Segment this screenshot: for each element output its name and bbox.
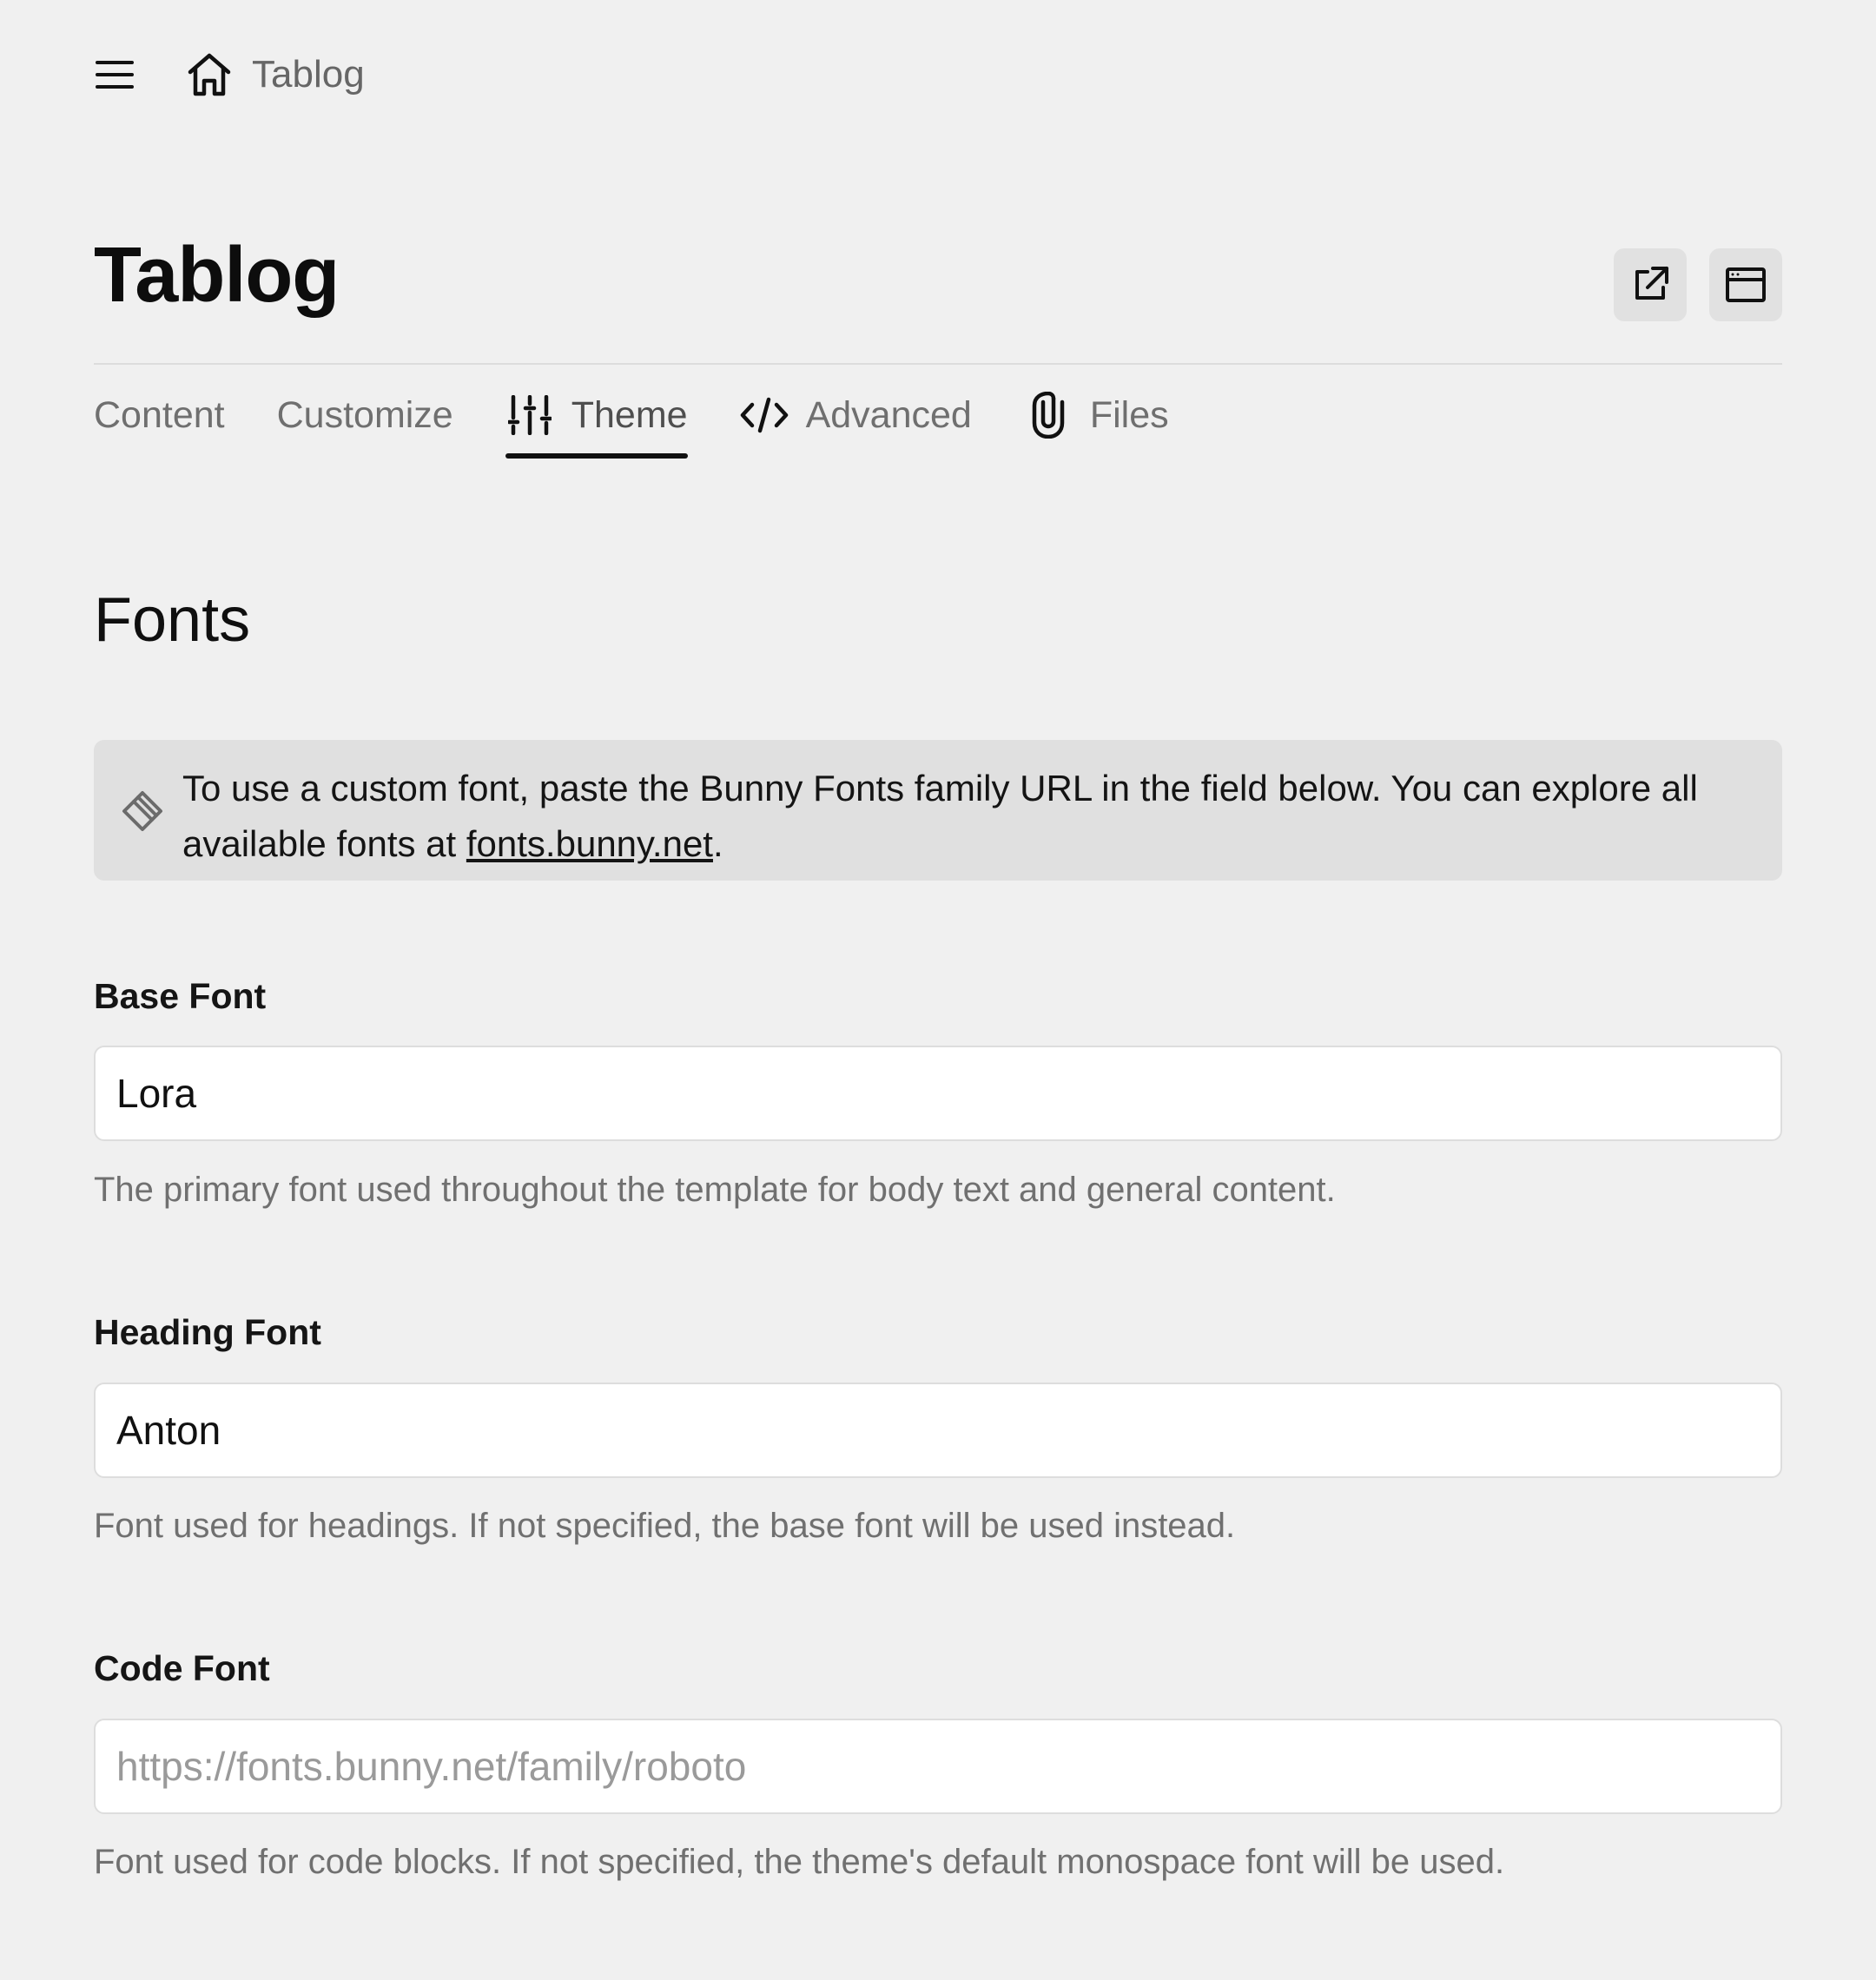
open-external-button[interactable]	[1614, 248, 1687, 321]
code-icon	[740, 391, 789, 439]
page-title: Tablog	[94, 232, 340, 319]
notice-text: To use a custom font, paste the Bunny Fo…	[182, 761, 1756, 872]
header-divider	[94, 363, 1782, 365]
browser-window-icon	[1726, 267, 1766, 302]
paperclip-icon	[1024, 391, 1073, 439]
title-actions	[1614, 248, 1782, 321]
heading-font-label: Heading Font	[94, 1312, 321, 1352]
base-font-help: The primary font used throughout the tem…	[94, 1171, 1336, 1209]
top-bar: Tablog	[94, 49, 365, 101]
base-font-input[interactable]	[94, 1046, 1782, 1141]
base-font-label: Base Font	[94, 976, 267, 1016]
page: Tablog Tablog Content Customize Theme Ad…	[0, 0, 1876, 1980]
tab-content[interactable]: Content	[94, 382, 225, 448]
tab-label: Content	[94, 393, 225, 436]
tab-label: Files	[1089, 393, 1169, 436]
heading-font-help: Font used for headings. If not specified…	[94, 1507, 1236, 1545]
tab-label: Advanced	[805, 393, 972, 436]
tab-advanced[interactable]: Advanced	[740, 382, 972, 448]
hamburger-menu-icon	[96, 61, 134, 89]
code-font-label: Code Font	[94, 1648, 270, 1688]
notice-text-before: To use a custom font, paste the Bunny Fo…	[182, 768, 1698, 864]
sliders-icon	[505, 391, 554, 439]
tab-customize[interactable]: Customize	[277, 382, 453, 448]
info-notice: To use a custom font, paste the Bunny Fo…	[94, 740, 1782, 881]
breadcrumb-home[interactable]: Tablog	[186, 51, 365, 98]
external-link-icon	[1635, 267, 1668, 300]
tab-theme[interactable]: Theme	[505, 382, 688, 459]
breadcrumb-label: Tablog	[252, 53, 365, 96]
tab-label: Customize	[276, 393, 453, 436]
section-title: Fonts	[94, 585, 251, 655]
menu-button[interactable]	[94, 54, 135, 96]
tag-icon	[118, 787, 167, 835]
heading-font-input[interactable]	[94, 1383, 1782, 1478]
code-font-help: Font used for code blocks. If not specif…	[94, 1843, 1505, 1881]
tab-label: Theme	[571, 393, 688, 436]
bunny-fonts-link[interactable]: fonts.bunny.net	[466, 823, 713, 864]
preview-window-button[interactable]	[1709, 248, 1782, 321]
code-font-input[interactable]	[94, 1719, 1782, 1814]
tab-bar: Content Customize Theme Advanced Files	[94, 382, 1221, 460]
tab-files[interactable]: Files	[1024, 382, 1169, 448]
home-icon	[186, 51, 233, 98]
notice-text-after: .	[712, 823, 723, 864]
